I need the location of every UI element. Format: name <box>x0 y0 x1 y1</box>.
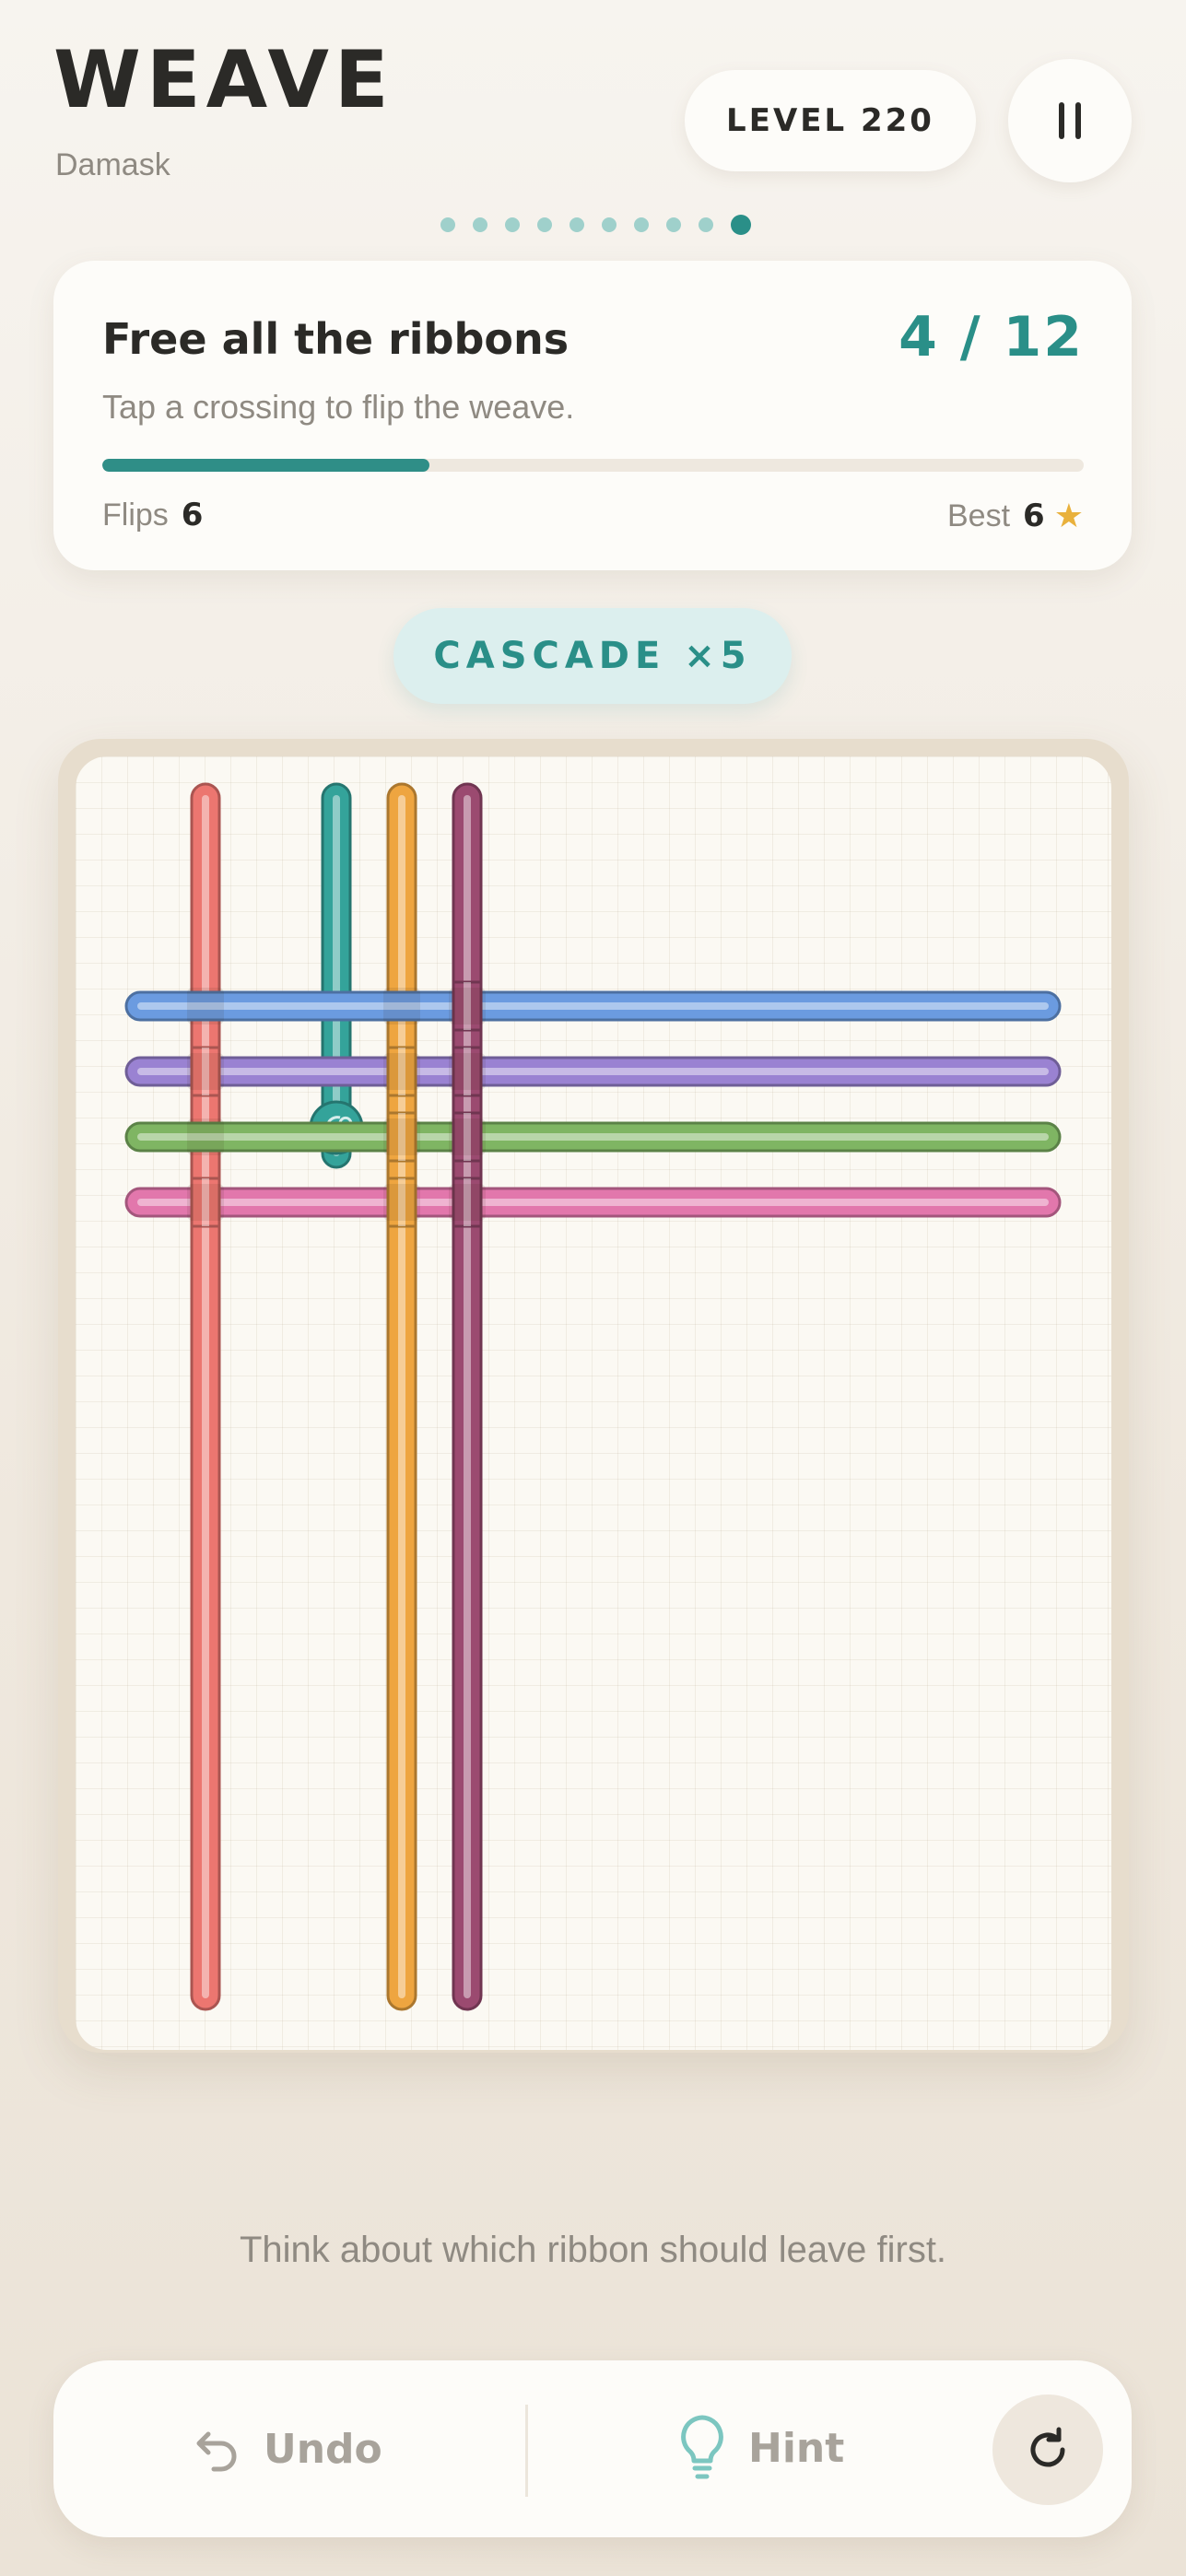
goal-progress-bar <box>102 459 1084 472</box>
game-title: WEAVE <box>53 34 394 126</box>
page-dot <box>537 217 552 232</box>
ribbon-vertical-teal[interactable] <box>309 782 364 1169</box>
best-value: 6 <box>1023 498 1045 534</box>
ribbons-freed-count: 4 / 12 <box>898 305 1084 369</box>
ribbon-horizontal-pink[interactable] <box>124 1187 1062 1218</box>
combo-badge: CASCADE ×5 <box>393 608 792 704</box>
restart-button[interactable] <box>992 2395 1103 2505</box>
bottom-toolbar: Undo Hint <box>53 2360 1132 2537</box>
page-dot <box>570 217 584 232</box>
level-progress-dots <box>440 215 751 235</box>
ribbon-vertical-coral[interactable] <box>190 782 221 2011</box>
page-dot <box>473 217 487 232</box>
level-badge[interactable]: LEVEL 220 <box>685 70 976 171</box>
toolbar-divider <box>525 2405 528 2497</box>
ribbon-horizontal-green[interactable] <box>124 1121 1062 1153</box>
page-dot <box>666 217 681 232</box>
undo-label: Undo <box>264 2425 382 2473</box>
hint-message: Think about which ribbon should leave fi… <box>239 2230 947 2270</box>
ribbon-horizontal-purple[interactable] <box>124 1056 1062 1087</box>
page-dot <box>440 217 455 232</box>
page-dot <box>505 217 520 232</box>
pause-button[interactable] <box>1008 59 1132 182</box>
flips-counter: Flips 6 <box>102 497 203 533</box>
goal-card: Free all the ribbons 4 / 12 Tap a crossi… <box>53 261 1132 570</box>
hint-button[interactable]: Hint <box>676 2397 844 2499</box>
combo-label: CASCADE ×5 <box>433 635 752 677</box>
ribbon-vertical-orange[interactable] <box>386 782 417 2011</box>
best-score: Best 6 ★ <box>947 497 1084 535</box>
page-dot-active <box>731 215 751 235</box>
page-dot <box>602 217 616 232</box>
weave-board[interactable] <box>76 756 1111 2050</box>
goal-title: Free all the ribbons <box>102 314 570 364</box>
star-icon: ★ <box>1053 497 1084 534</box>
undo-arrow-icon <box>196 2431 237 2472</box>
lightbulb-icon <box>681 2415 723 2479</box>
ribbon-vertical-plum[interactable] <box>452 782 483 2011</box>
goal-progress-fill <box>102 459 429 472</box>
goal-instruction: Tap a crossing to flip the weave. <box>102 388 575 426</box>
flips-value: 6 <box>181 497 204 533</box>
page-dot <box>634 217 649 232</box>
pause-icon <box>1053 102 1086 139</box>
flips-label: Flips <box>102 498 169 533</box>
ribbon-horizontal-blue[interactable] <box>124 990 1062 1022</box>
hint-label: Hint <box>748 2424 845 2472</box>
restart-icon <box>1030 2427 1065 2467</box>
level-label: LEVEL 220 <box>726 102 934 139</box>
weave-canvas[interactable] <box>76 756 1111 2050</box>
undo-button[interactable]: Undo <box>192 2403 382 2495</box>
page-dot <box>699 217 713 232</box>
level-pack-name: Damask <box>55 147 170 182</box>
best-label: Best <box>947 498 1011 533</box>
